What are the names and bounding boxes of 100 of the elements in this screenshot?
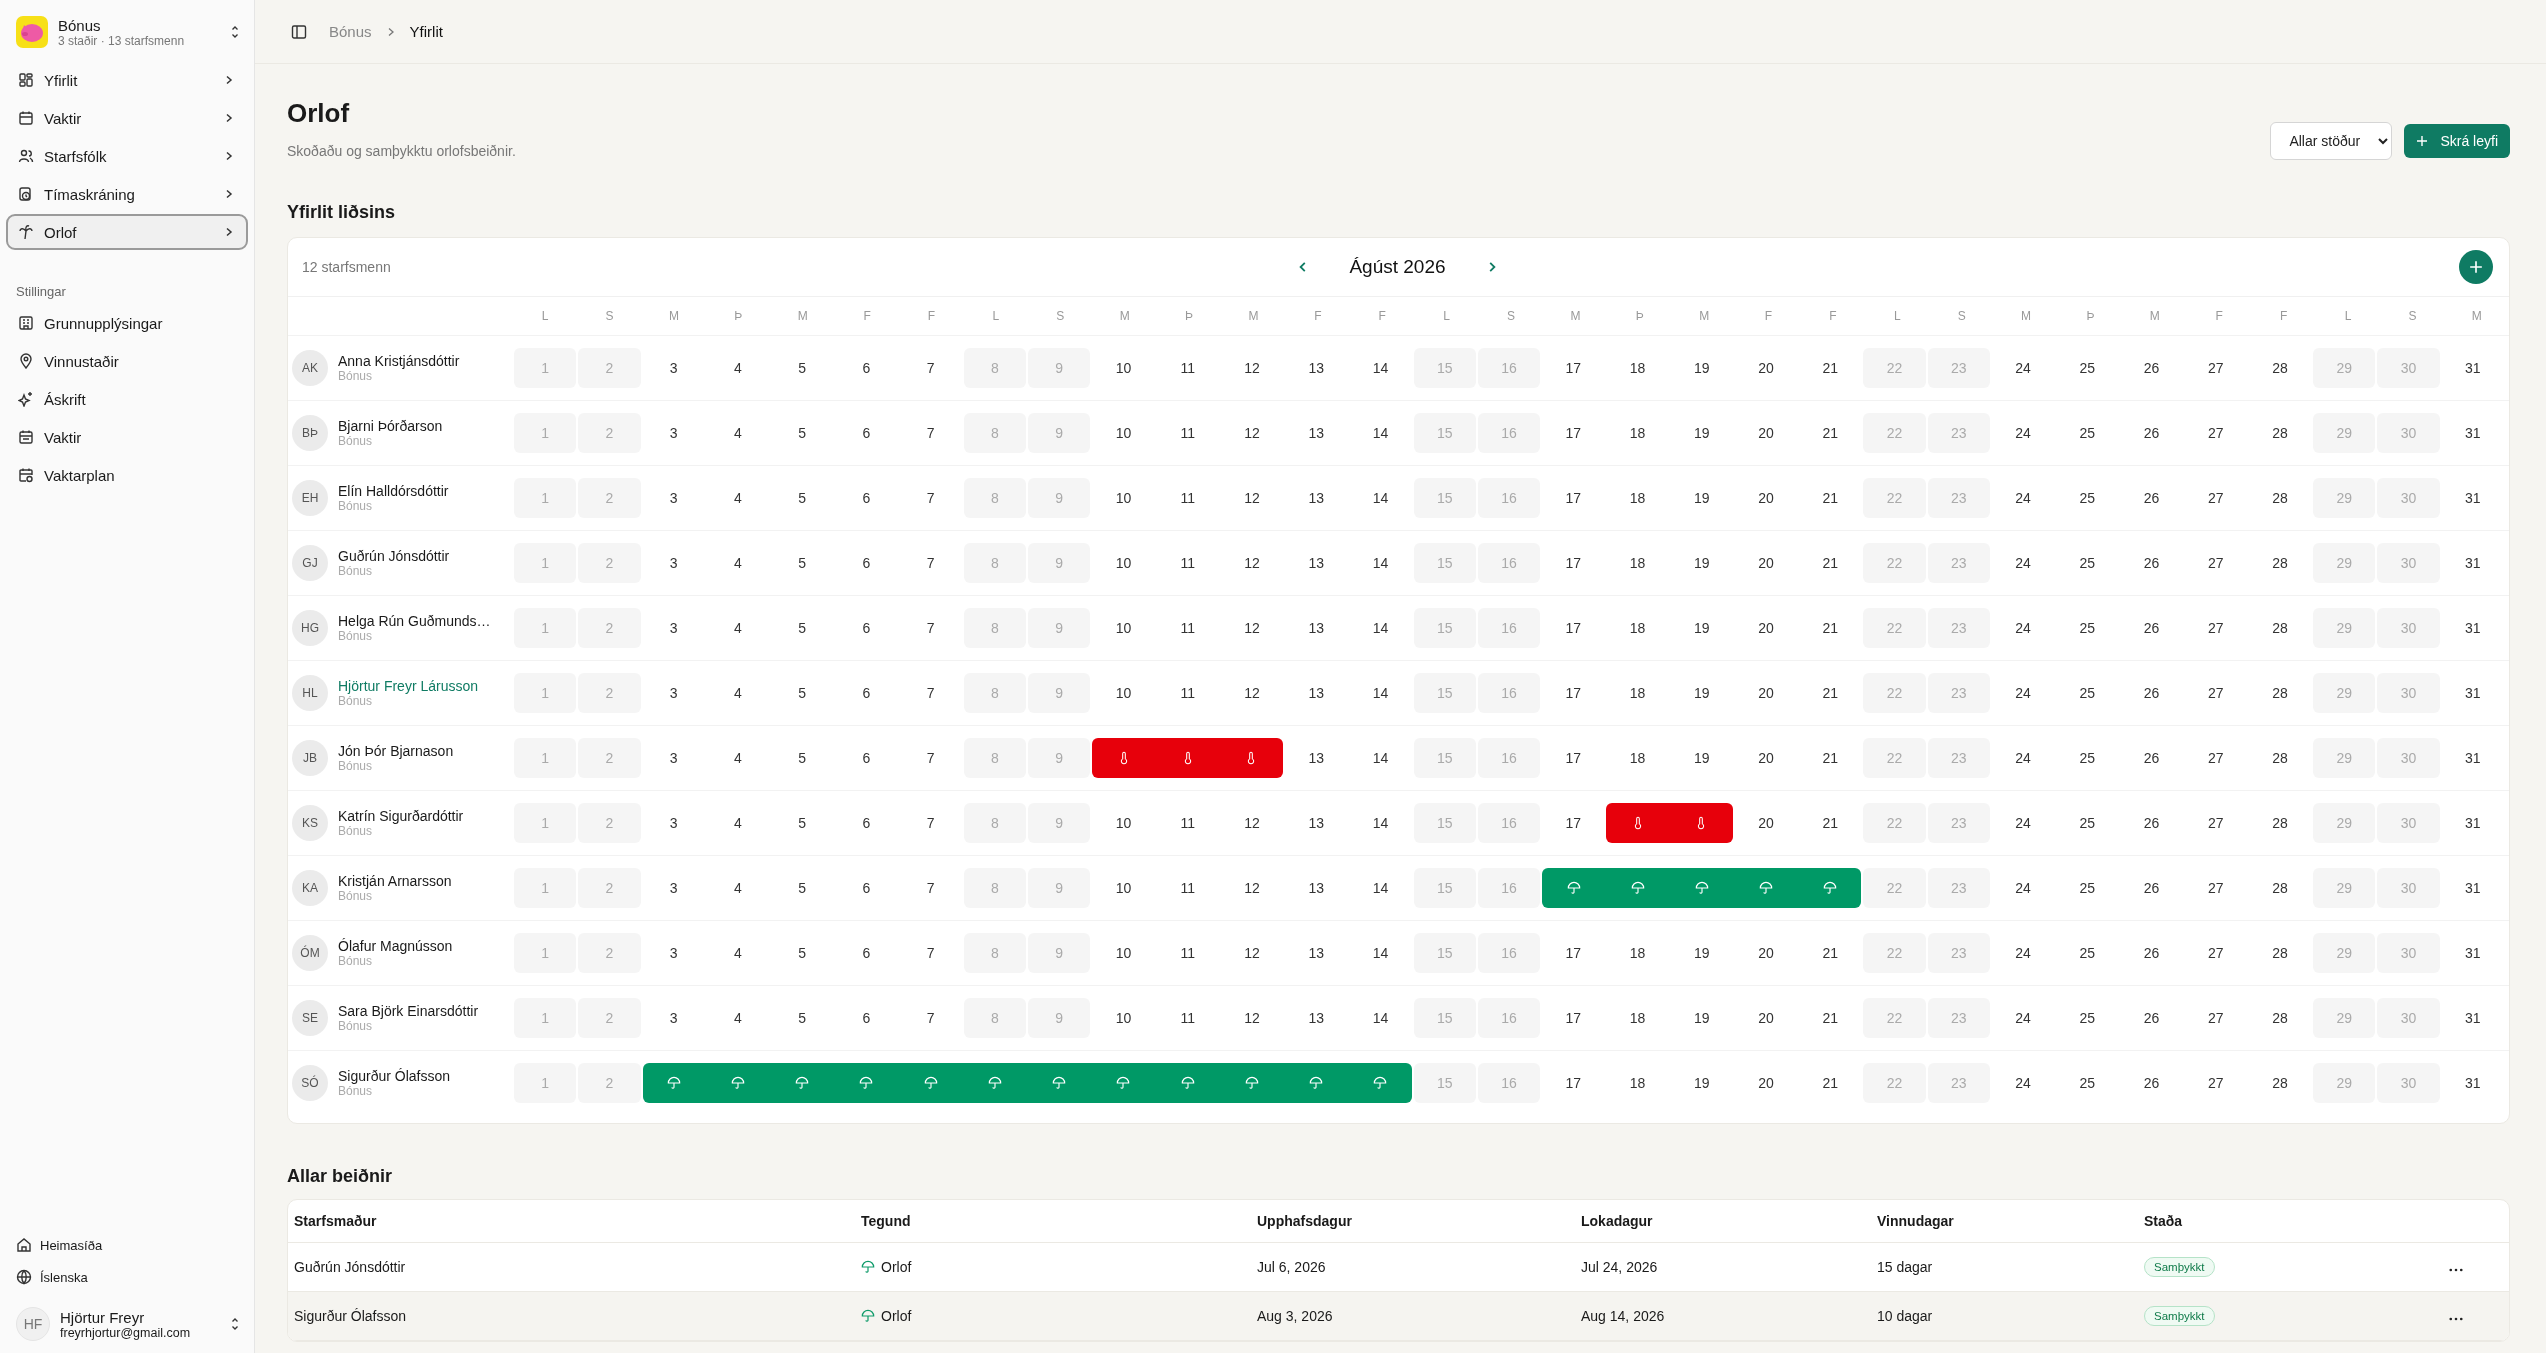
day-cell[interactable]: 28 <box>2248 738 2312 778</box>
day-cell[interactable]: 12 <box>1220 673 1284 713</box>
day-cell[interactable]: 12 <box>1220 413 1284 453</box>
day-cell[interactable]: 4 <box>706 998 770 1038</box>
day-cell[interactable]: 25 <box>2056 413 2119 453</box>
day-cell[interactable]: 17 <box>1542 738 1605 778</box>
day-cell[interactable]: 4 <box>706 673 770 713</box>
day-cell[interactable]: 24 <box>1991 348 2055 388</box>
day-cell[interactable]: 12 <box>1220 868 1284 908</box>
day-cell[interactable]: 19 <box>1670 1063 1733 1103</box>
day-cell[interactable]: 18 <box>1606 348 1669 388</box>
day-cell[interactable]: 17 <box>1542 348 1605 388</box>
day-cell[interactable]: 10 <box>1092 478 1155 518</box>
day-cell[interactable]: 11 <box>1156 933 1219 973</box>
day-cell[interactable]: 6 <box>835 413 898 453</box>
day-cell[interactable]: 4 <box>706 738 770 778</box>
day-cell[interactable]: 25 <box>2056 933 2119 973</box>
day-cell[interactable]: 6 <box>835 738 898 778</box>
day-cell[interactable]: 21 <box>1799 1063 1862 1103</box>
nav-item[interactable]: Grunnupplýsingar <box>6 305 248 341</box>
day-cell[interactable]: 28 <box>2248 933 2312 973</box>
day-cell[interactable]: 14 <box>1349 738 1412 778</box>
day-cell[interactable]: 7 <box>899 803 962 843</box>
day-cell[interactable]: 11 <box>1156 673 1219 713</box>
day-cell[interactable]: 10 <box>1092 673 1155 713</box>
day-cell[interactable]: 14 <box>1349 348 1412 388</box>
day-cell[interactable]: 11 <box>1156 348 1219 388</box>
day-cell[interactable]: 20 <box>1734 413 1798 453</box>
vacation-cell[interactable] <box>1798 868 1862 908</box>
day-cell[interactable]: 27 <box>2184 738 2247 778</box>
vacation-cell[interactable] <box>1348 1063 1412 1103</box>
day-cell[interactable]: 11 <box>1156 608 1219 648</box>
nav-item[interactable]: Orlof <box>6 214 248 250</box>
day-cell[interactable]: 24 <box>1991 413 2055 453</box>
day-cell[interactable]: 5 <box>771 413 834 453</box>
day-cell[interactable]: 20 <box>1734 673 1798 713</box>
day-cell[interactable]: 14 <box>1349 673 1412 713</box>
day-cell[interactable]: 7 <box>899 608 962 648</box>
day-cell[interactable]: 17 <box>1542 803 1605 843</box>
day-cell[interactable]: 31 <box>2441 933 2504 973</box>
day-cell[interactable]: 27 <box>2184 543 2247 583</box>
sick-leave-cell[interactable] <box>1669 803 1733 843</box>
add-leave-button[interactable]: Skrá leyfi <box>2404 124 2510 158</box>
day-cell[interactable]: 3 <box>642 543 705 583</box>
day-cell[interactable]: 20 <box>1734 543 1798 583</box>
day-cell[interactable]: 18 <box>1606 933 1669 973</box>
day-cell[interactable]: 20 <box>1734 608 1798 648</box>
day-cell[interactable]: 31 <box>2441 738 2504 778</box>
day-cell[interactable]: 10 <box>1092 608 1155 648</box>
day-cell[interactable]: 31 <box>2441 608 2504 648</box>
day-cell[interactable]: 18 <box>1606 1063 1669 1103</box>
day-cell[interactable]: 26 <box>2120 803 2183 843</box>
day-cell[interactable]: 14 <box>1349 478 1412 518</box>
day-cell[interactable]: 25 <box>2056 1063 2119 1103</box>
day-cell[interactable]: 20 <box>1734 998 1798 1038</box>
day-cell[interactable]: 3 <box>642 673 705 713</box>
day-cell[interactable]: 31 <box>2441 803 2504 843</box>
day-cell[interactable]: 27 <box>2184 608 2247 648</box>
day-cell[interactable]: 12 <box>1220 998 1284 1038</box>
nav-item[interactable]: Vaktarplan <box>6 457 248 493</box>
day-cell[interactable]: 26 <box>2120 478 2183 518</box>
table-row[interactable]: Sigurður Ólafsson Orlof Aug 3, 2026 Aug 14, 2026 10 dagar Samþykkt <box>288 1292 2509 1341</box>
day-cell[interactable]: 18 <box>1606 478 1669 518</box>
day-cell[interactable]: 25 <box>2056 348 2119 388</box>
day-cell[interactable]: 31 <box>2441 868 2504 908</box>
day-cell[interactable]: 26 <box>2120 673 2183 713</box>
day-cell[interactable]: 12 <box>1220 803 1284 843</box>
day-cell[interactable]: 7 <box>899 868 962 908</box>
day-cell[interactable]: 18 <box>1606 998 1669 1038</box>
day-cell[interactable]: 27 <box>2184 998 2247 1038</box>
day-cell[interactable]: 25 <box>2056 543 2119 583</box>
nav-item[interactable]: Áskrift <box>6 381 248 417</box>
day-cell[interactable]: 4 <box>706 803 770 843</box>
day-cell[interactable]: 25 <box>2056 673 2119 713</box>
day-cell[interactable]: 17 <box>1542 413 1605 453</box>
day-cell[interactable]: 14 <box>1349 998 1412 1038</box>
day-cell[interactable]: 20 <box>1734 803 1798 843</box>
day-cell[interactable]: 24 <box>1991 803 2055 843</box>
day-cell[interactable]: 7 <box>899 998 962 1038</box>
day-cell[interactable]: 13 <box>1285 868 1348 908</box>
day-cell[interactable]: 14 <box>1349 608 1412 648</box>
day-cell[interactable]: 14 <box>1349 803 1412 843</box>
day-cell[interactable]: 6 <box>835 803 898 843</box>
day-cell[interactable]: 10 <box>1092 868 1155 908</box>
day-cell[interactable]: 7 <box>899 348 962 388</box>
day-cell[interactable]: 21 <box>1799 543 1862 583</box>
vacation-cell[interactable] <box>642 1063 706 1103</box>
day-cell[interactable]: 7 <box>899 738 962 778</box>
nav-item[interactable]: Starfsfólk <box>6 138 248 174</box>
day-cell[interactable]: 24 <box>1991 543 2055 583</box>
day-cell[interactable]: 24 <box>1991 998 2055 1038</box>
day-cell[interactable]: 4 <box>706 543 770 583</box>
day-cell[interactable]: 21 <box>1799 413 1862 453</box>
day-cell[interactable]: 27 <box>2184 478 2247 518</box>
day-cell[interactable]: 11 <box>1156 868 1219 908</box>
day-cell[interactable]: 13 <box>1285 348 1348 388</box>
day-cell[interactable]: 26 <box>2120 608 2183 648</box>
day-cell[interactable]: 14 <box>1349 868 1412 908</box>
day-cell[interactable]: 26 <box>2120 933 2183 973</box>
user-menu[interactable]: HF Hjörtur Freyr freyrhjortur@gmail.com <box>6 1293 248 1341</box>
